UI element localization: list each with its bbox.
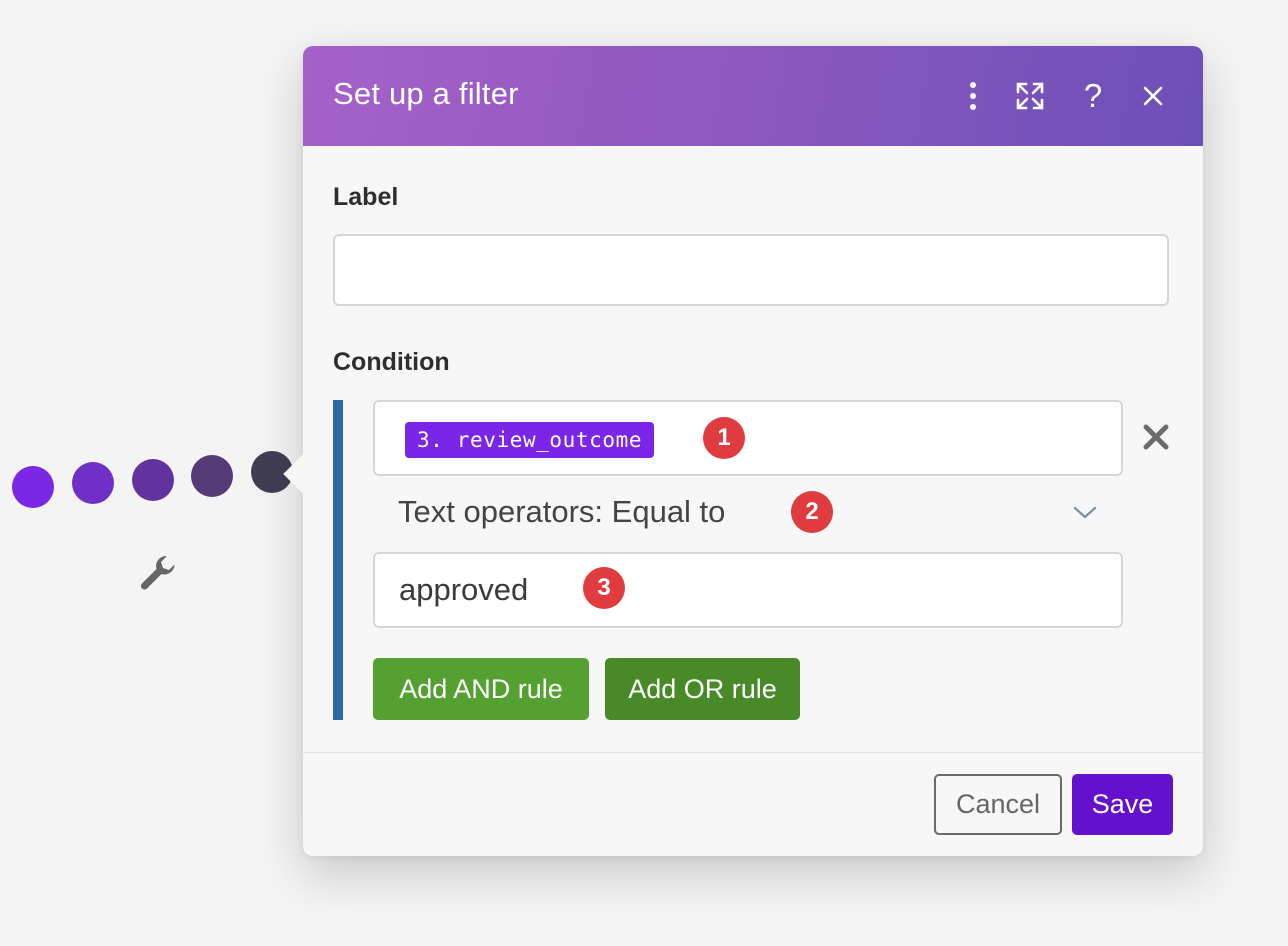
- connector-dot: [132, 459, 174, 501]
- footer-divider: [303, 752, 1203, 753]
- operator-select[interactable]: Text operators: Equal to 2: [373, 486, 1123, 538]
- connector-dot: [12, 466, 54, 508]
- condition-value-input[interactable]: approved 3: [373, 552, 1123, 628]
- chevron-down-icon: [1073, 506, 1097, 519]
- expand-icon[interactable]: [1010, 76, 1050, 116]
- save-button[interactable]: Save: [1072, 774, 1173, 835]
- wrench-icon[interactable]: [136, 550, 180, 594]
- condition-field-input[interactable]: 3. review_outcome 1: [373, 400, 1123, 476]
- condition-group-bar: [333, 400, 343, 720]
- label-heading: Label: [333, 183, 399, 211]
- add-or-rule-button[interactable]: Add OR rule: [605, 658, 800, 720]
- condition-heading: Condition: [333, 348, 450, 376]
- filter-dialog: Set up a filter ? Label Condition 3. rev…: [283, 46, 1203, 856]
- remove-condition-icon[interactable]: [1139, 420, 1173, 454]
- more-vertical-icon[interactable]: [953, 76, 993, 116]
- operator-value: Text operators: Equal to: [398, 494, 726, 529]
- add-and-rule-button[interactable]: Add AND rule: [373, 658, 589, 720]
- connector-dot: [72, 462, 114, 504]
- step-badge-2: 2: [791, 491, 833, 533]
- label-input[interactable]: [333, 234, 1169, 306]
- dialog-title: Set up a filter: [333, 76, 519, 111]
- dialog-header: Set up a filter ?: [303, 46, 1203, 146]
- mapped-variable-pill[interactable]: 3. review_outcome: [405, 422, 655, 458]
- step-badge-3: 3: [583, 567, 625, 609]
- condition-value-text: approved: [399, 572, 529, 607]
- cancel-button[interactable]: Cancel: [934, 774, 1062, 835]
- connector-dot: [191, 455, 233, 497]
- help-icon[interactable]: ?: [1073, 76, 1113, 116]
- step-badge-1: 1: [703, 417, 745, 459]
- close-icon[interactable]: [1133, 76, 1173, 116]
